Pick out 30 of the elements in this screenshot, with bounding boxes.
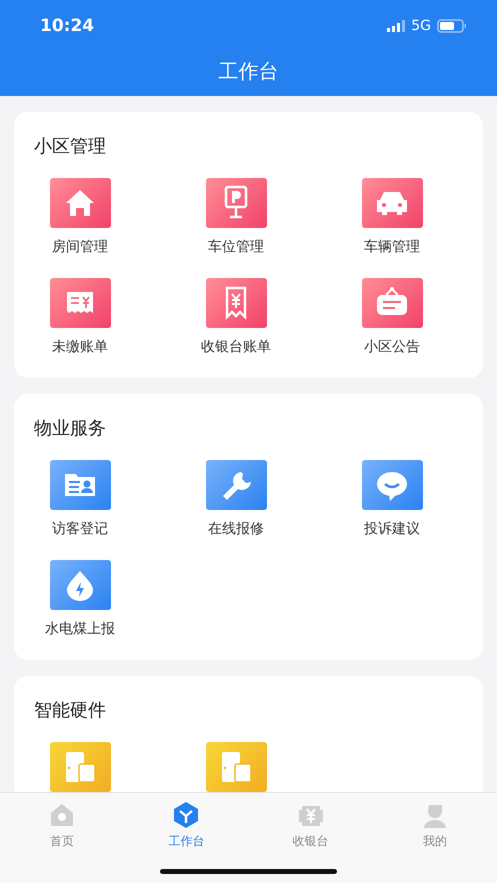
section-title: 智能硬件 xyxy=(34,699,106,722)
shortcut-item[interactable]: 未缴账单 xyxy=(30,278,130,356)
shortcut-item[interactable]: 车辆管理 xyxy=(342,178,442,256)
chat-bubble-icon xyxy=(362,460,422,510)
page-title: 工作台 xyxy=(218,58,278,85)
shortcut-item[interactable]: 车位管理 xyxy=(186,178,286,256)
shortcut-item[interactable]: 房间管理 xyxy=(30,178,130,256)
house-icon xyxy=(50,178,110,228)
drop-icon xyxy=(50,560,110,610)
section-title: 物业服务 xyxy=(34,417,106,440)
battery-icon xyxy=(437,19,467,33)
cube-icon xyxy=(172,801,200,829)
shortcut-item[interactable]: 访客登记 xyxy=(30,460,130,538)
status-time: 10:24 xyxy=(40,16,94,36)
signboard-icon xyxy=(362,278,422,328)
receipt-icon xyxy=(206,278,266,328)
tab-item[interactable]: 工作台 xyxy=(124,801,248,850)
network-label: 5G xyxy=(411,18,431,34)
section-title: 小区管理 xyxy=(34,135,106,158)
bill-icon xyxy=(50,278,110,328)
id-card-icon xyxy=(50,460,110,510)
shortcut-item[interactable]: 投诉建议 xyxy=(342,460,442,538)
shortcut-item[interactable]: 收银台账单 xyxy=(186,278,286,356)
car-icon xyxy=(362,178,422,228)
parking-sign-icon xyxy=(206,178,266,228)
wrench-icon xyxy=(206,460,266,510)
signal-icon xyxy=(387,20,406,32)
shortcut-item[interactable]: 小区公告 xyxy=(342,278,442,356)
shortcut-item[interactable]: 在线报修 xyxy=(186,460,286,538)
shortcut-item[interactable]: 水电煤上报 xyxy=(30,560,130,638)
